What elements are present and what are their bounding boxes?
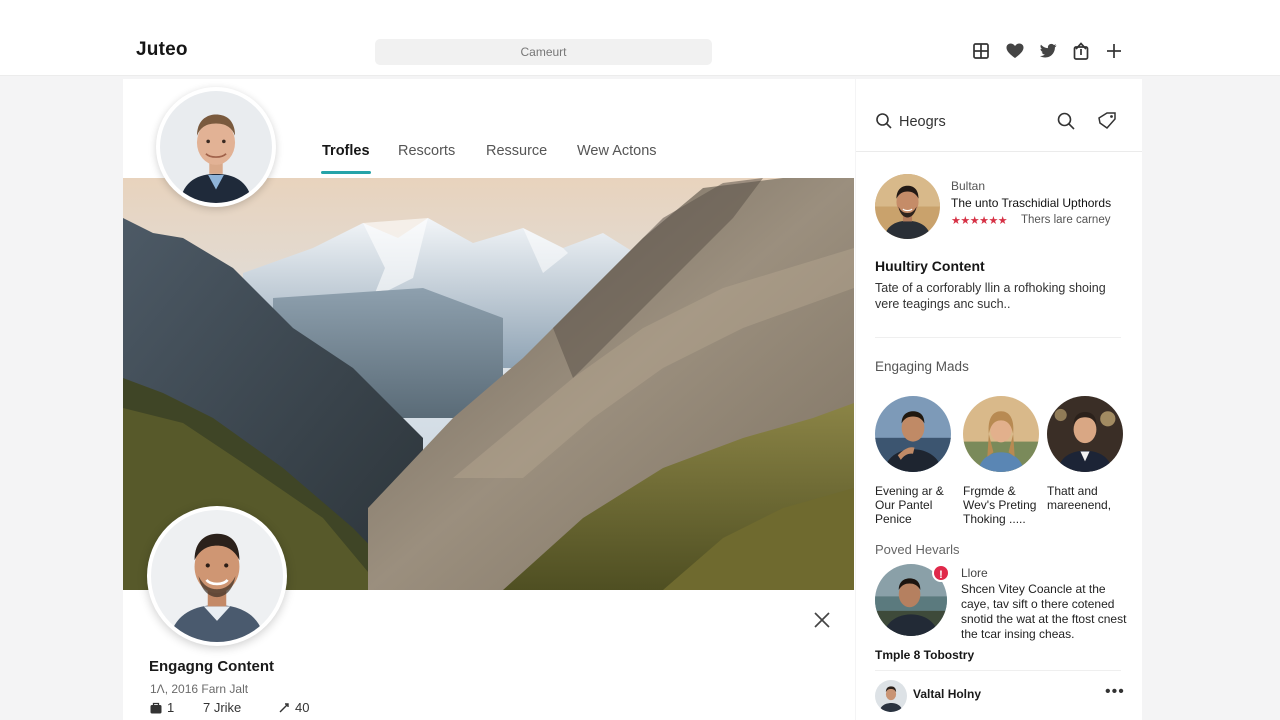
poved-body: Shcen Vitey Coancle at the caye, tav sif… [961,582,1127,641]
tab-trofles[interactable]: Trofles [322,143,370,159]
engaging-caption-2: Frgmde & Wev's Preting Thoking ..... [963,484,1037,526]
post-meta: 1Ʌ, 2016 Farn Jalt [150,682,249,696]
engaging-thumb-3[interactable] [1047,396,1123,472]
highlight-body: Tate of a corforably llin a rofhoking sh… [875,281,1106,311]
search-input[interactable]: Cameurt [375,39,712,65]
template-title[interactable]: Tmple 8 Tobostry [875,648,974,662]
poved-title: Poved Hevarls [875,542,960,557]
engaging-title: Engaging Mads [875,359,969,374]
rating-stars: ★★★★★★ [951,215,1008,227]
heart-icon[interactable] [1004,40,1026,62]
link-icon [279,702,289,712]
section-divider [875,670,1121,671]
active-tab-indicator [321,171,371,174]
section-divider [875,337,1121,338]
engaging-thumb-2[interactable] [963,396,1039,472]
sidebar-search-label[interactable]: Heogrs [899,114,946,130]
footer-user-avatar[interactable] [875,680,907,712]
engaging-caption-3: Thatt and mareenend, [1047,484,1112,512]
highlight-title: Huultiry Content [875,258,985,274]
app-logo[interactable]: Juteo [136,39,188,61]
tab-wew-actons[interactable]: Wew Actons [577,143,657,159]
shares-count: 40 [295,700,310,715]
comments-count: 1 [167,700,175,715]
likes-count: 7 Jrike [203,700,242,715]
post-title: Engagng Content [149,658,274,675]
tag-icon[interactable] [1096,110,1118,132]
plus-icon[interactable] [1103,40,1125,62]
grid-icon[interactable] [970,40,992,62]
comments-stat[interactable]: 1 [149,700,174,715]
featured-subtitle: Thers lare carney [1021,214,1111,226]
tab-rescorts[interactable]: Rescorts [398,143,455,159]
featured-avatar[interactable] [875,174,940,239]
shares-stat[interactable]: 40 [277,700,309,715]
footer-user-name[interactable]: Valtal Holny [913,687,981,701]
featured-name: Bultan [951,179,986,193]
poved-name: Llore [961,566,988,580]
upload-icon[interactable] [1070,40,1092,62]
bird-icon[interactable] [1037,40,1059,62]
sidebar-header: Heogrs [856,79,1142,152]
right-sidebar: Heogrs Bultan The unto Traschidial Uptho… [856,79,1142,720]
magnifier-icon[interactable] [1056,111,1076,131]
profile-avatar[interactable] [156,87,276,207]
top-bar: Juteo Cameurt [0,0,1280,76]
profile-card: Trofles Rescorts Ressurce Wew Actons Eng… [123,79,855,720]
tab-ressurce[interactable]: Ressurce [486,143,547,159]
search-icon[interactable] [875,112,893,130]
engaging-caption-1: Evening ar & Our Pantel Penice [875,484,944,526]
engaging-thumb-1[interactable] [875,396,951,472]
featured-title[interactable]: The unto Traschidial Upthords [951,196,1111,210]
author-avatar[interactable] [147,506,287,646]
bag-icon [150,702,162,713]
close-icon[interactable] [811,609,833,631]
likes-stat[interactable]: 7 Jrike [203,700,241,715]
notification-badge: ! [932,564,950,582]
more-options-icon[interactable]: ••• [1105,683,1125,701]
